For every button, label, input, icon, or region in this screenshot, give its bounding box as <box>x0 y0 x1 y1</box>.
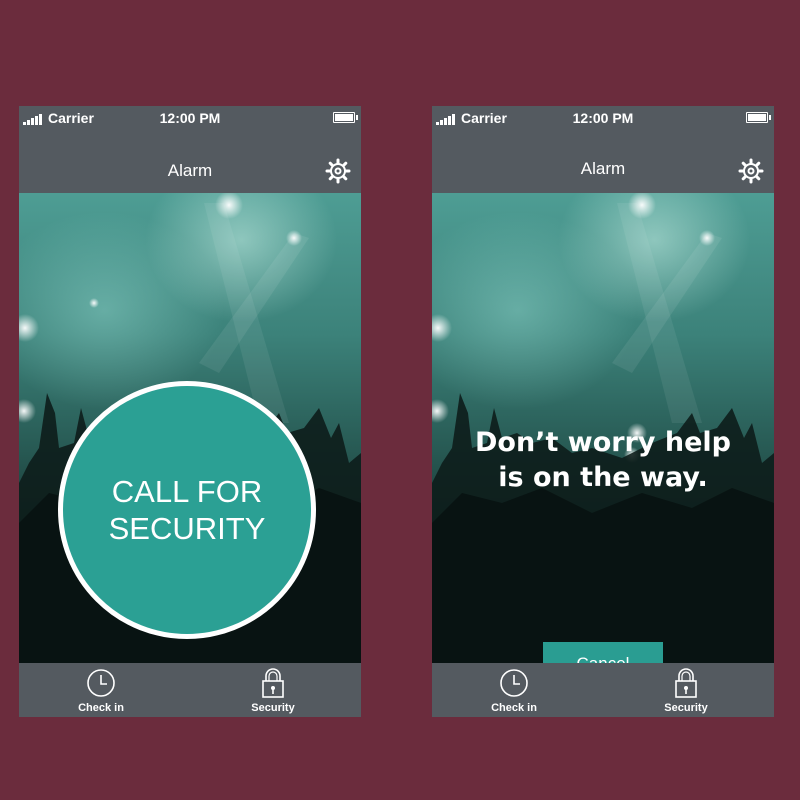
lock-icon <box>262 668 284 698</box>
call-security-label: CALL FOR SECURITY <box>108 473 266 546</box>
tab-label: Check in <box>78 702 124 714</box>
tab-label: Check in <box>491 702 537 714</box>
tab-label: Security <box>664 702 708 714</box>
tab-security[interactable]: Security <box>631 663 741 717</box>
gear-icon[interactable] <box>325 158 351 184</box>
call-security-button[interactable]: CALL FOR SECURITY <box>58 381 316 639</box>
nav-bar: Alarm <box>19 130 361 193</box>
status-time: 12:00 PM <box>159 110 221 126</box>
concert-background: CALL FOR SECURITY <box>19 193 361 663</box>
gear-icon[interactable] <box>738 158 764 184</box>
tab-check-in[interactable]: Check in <box>459 663 569 717</box>
battery-icon <box>333 112 358 123</box>
tab-bar: Check in Security <box>19 663 361 717</box>
phone-screen-help: Carrier 12:00 PM Alarm Don’t worry help … <box>432 106 774 717</box>
status-time: 12:00 PM <box>572 110 634 126</box>
nav-title: Alarm <box>167 161 213 180</box>
tab-bar: Check in Security <box>432 663 774 717</box>
clock-icon <box>500 669 528 697</box>
tab-security[interactable]: Security <box>218 663 328 717</box>
concert-background: Don’t worry help is on the way. Cancel <box>432 193 774 686</box>
lock-icon <box>675 668 697 698</box>
help-message: Don’t worry help is on the way. <box>475 427 731 494</box>
phone-screen-call: Carrier 12:00 PM Alarm CALL FOR SECURITY… <box>19 106 361 717</box>
status-bar: Carrier 12:00 PM <box>19 106 361 130</box>
nav-title: Alarm <box>580 159 626 178</box>
tab-check-in[interactable]: Check in <box>46 663 156 717</box>
clock-icon <box>87 669 115 697</box>
battery-icon <box>746 112 771 123</box>
nav-bar: Alarm <box>432 130 774 193</box>
tab-label: Security <box>251 702 295 714</box>
status-bar: Carrier 12:00 PM <box>432 106 774 130</box>
